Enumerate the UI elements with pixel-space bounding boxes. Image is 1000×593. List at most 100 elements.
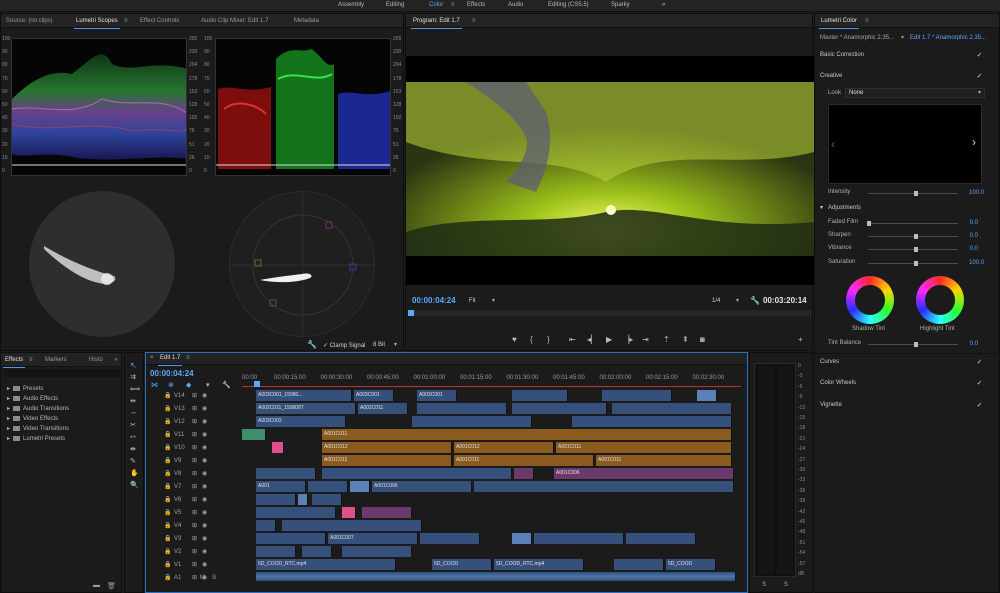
sync-lock-icon[interactable]: ⊞ [192, 405, 197, 412]
track-header-v7[interactable]: 🔒 V7 ⊞ ◉ [160, 482, 240, 494]
clip[interactable] [322, 468, 512, 479]
workspace-editing[interactable]: Editing [386, 2, 404, 8]
track-select-tool-icon[interactable]: ⇉ [130, 373, 136, 381]
clip[interactable] [614, 559, 664, 570]
lock-icon[interactable]: 🔒 [164, 431, 171, 438]
hand-tool-icon[interactable]: ✋ [130, 469, 139, 477]
clip[interactable] [572, 416, 732, 427]
clip[interactable]: 5D_COOD_RTC.mp4 [494, 559, 584, 570]
sync-lock-icon[interactable]: ⊞ [192, 535, 197, 542]
tree-item-audio-transitions[interactable]: ▸ Audio Transitions [7, 405, 69, 412]
lock-icon[interactable]: 🔒 [164, 535, 171, 542]
clip[interactable] [514, 468, 534, 479]
timeline-timecode[interactable]: 00:00:04:24 [150, 369, 194, 378]
clip[interactable] [242, 429, 266, 440]
tab-effect-controls[interactable]: Effect Controls [140, 18, 179, 24]
delete-icon[interactable]: 🗑 [107, 582, 116, 590]
clip[interactable] [412, 416, 532, 427]
clip[interactable] [626, 533, 696, 544]
play-icon[interactable]: ▶ [606, 335, 612, 344]
timeline-wrench-icon[interactable]: 🔧 [222, 381, 231, 389]
section-basic-correction[interactable]: Basic Correction ✓ [816, 50, 988, 62]
bit-depth-select[interactable]: 8 Bit [373, 342, 385, 348]
marker-icon[interactable]: ▾ [206, 381, 210, 389]
clip[interactable]: A001C007 [328, 533, 418, 544]
sync-lock-icon[interactable]: ⊞ [192, 470, 197, 477]
workspace-sparky[interactable]: Sparky [611, 2, 630, 8]
program-current-timecode[interactable]: 00:00:04:24 [412, 296, 456, 305]
step-forward-icon[interactable]: ▕▸ [623, 335, 633, 344]
intensity-value[interactable]: 100.0 [960, 190, 984, 196]
clip[interactable] [282, 520, 422, 531]
lift-icon[interactable]: ⇡ [663, 335, 670, 344]
track-header-v11[interactable]: 🔒 V11 ⊞ ◉ [160, 430, 240, 442]
saturation-slider-knob[interactable] [914, 261, 918, 266]
clip[interactable] [350, 481, 370, 492]
meter-solo-right[interactable]: S [784, 582, 788, 588]
resolution-chevron-icon[interactable]: ▾ [736, 297, 739, 304]
clip[interactable]: A001C012 [322, 442, 452, 453]
section-color-wheels[interactable]: Color Wheels ✓ [816, 378, 988, 390]
clip[interactable]: A001C011 [454, 455, 594, 466]
eye-icon[interactable]: ◉ [202, 457, 207, 464]
tree-item-video-effects[interactable]: ▸ Video Effects [7, 415, 58, 422]
clip[interactable]: A003C002 [256, 416, 346, 427]
lock-icon[interactable]: 🔒 [164, 548, 171, 555]
button-editor-icon[interactable]: + [798, 335, 803, 344]
razor-tool-icon[interactable]: ✂ [130, 421, 136, 429]
effects-overflow-icon[interactable]: » [114, 357, 117, 363]
clip[interactable] [256, 546, 296, 557]
slide-tool-icon[interactable]: ⇼ [130, 445, 136, 453]
clip[interactable] [256, 494, 296, 505]
mark-out-icon[interactable]: } [547, 335, 550, 344]
workspace-assembly[interactable]: Assembly [338, 2, 364, 8]
track-header-v4[interactable]: 🔒 V4 ⊞ ◉ [160, 521, 240, 533]
eye-icon[interactable]: ◉ [202, 470, 207, 477]
prev-look-icon[interactable]: ‹ [831, 137, 835, 151]
tab-metadata[interactable]: Metadata [294, 18, 319, 24]
clip[interactable] [308, 481, 348, 492]
sync-lock-icon[interactable]: ⊞ [192, 496, 197, 503]
lock-icon[interactable]: 🔒 [164, 470, 171, 477]
clip[interactable] [256, 520, 276, 531]
solo-button[interactable]: S [212, 575, 216, 581]
lock-icon[interactable]: 🔒 [164, 561, 171, 568]
color-wheels-checkbox[interactable]: ✓ [976, 380, 983, 387]
effects-search-input[interactable] [4, 369, 120, 377]
fit-chevron-icon[interactable]: ▾ [492, 297, 495, 304]
clip[interactable] [312, 494, 342, 505]
sync-lock-icon[interactable]: ⊞ [192, 561, 197, 568]
track-header-v3[interactable]: 🔒 V3 ⊞ ◉ [160, 534, 240, 546]
tab-lumetri-color[interactable]: Lumetri Color [818, 18, 860, 29]
clip[interactable]: A001C006 [372, 481, 472, 492]
lumetri-menu-icon[interactable]: ≡ [865, 18, 869, 24]
settings-wrench-icon[interactable]: 🔧 [750, 296, 760, 305]
effects-menu-icon[interactable]: ≡ [29, 357, 33, 363]
mark-in-icon[interactable]: { [530, 335, 533, 344]
clip[interactable]: A001C011 [322, 455, 452, 466]
eye-icon[interactable]: ◉ [202, 496, 207, 503]
sync-lock-icon[interactable]: ⊞ [192, 574, 197, 581]
clip[interactable]: A002C011 [358, 403, 408, 414]
tab-program[interactable]: Program: Edit 1.7 [411, 18, 462, 29]
eye-icon[interactable]: ◉ [202, 509, 207, 516]
lock-icon[interactable]: 🔒 [164, 509, 171, 516]
clip[interactable] [272, 442, 284, 453]
clip[interactable] [256, 507, 336, 518]
resolution-select[interactable]: 1/4 [712, 298, 720, 304]
saturation-slider[interactable] [868, 263, 958, 264]
section-curves[interactable]: Curves ✓ [816, 357, 988, 369]
faded-film-slider[interactable] [868, 223, 958, 224]
eye-icon[interactable]: ◉ [202, 535, 207, 542]
zoom-tool-icon[interactable]: 🔍 [130, 481, 139, 489]
playhead-marker[interactable] [408, 310, 414, 316]
clip[interactable] [512, 390, 568, 401]
audio-clip[interactable] [256, 572, 736, 581]
intensity-slider[interactable] [868, 193, 958, 194]
basic-correction-checkbox[interactable]: ✓ [976, 52, 983, 59]
tab-markers[interactable]: Markers [45, 357, 67, 363]
track-header-v9[interactable]: 🔒 V9 ⊞ ◉ [160, 456, 240, 468]
track-header-v1[interactable]: 🔒 V1 ⊞ ◉ [160, 560, 240, 572]
clip[interactable]: A003C001 [354, 390, 394, 401]
look-select[interactable]: None ▾ [845, 88, 985, 98]
